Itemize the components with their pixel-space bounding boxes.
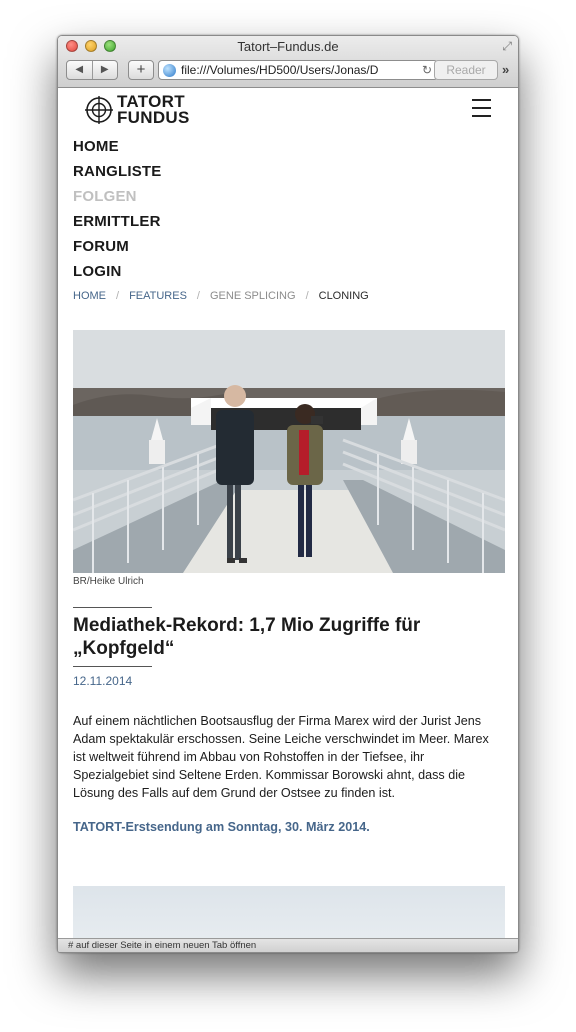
breadcrumb-separator: / (116, 290, 120, 302)
breadcrumb-gene-splicing[interactable]: GENE SPLICING (210, 290, 296, 302)
nav-item-ermittler[interactable]: ERMITTLER (73, 212, 161, 237)
breadcrumb-separator: / (305, 290, 309, 302)
premiere-link[interactable]: TATORT-Erstsendung am Sonntag, 30. März … (73, 820, 370, 834)
back-button[interactable]: ◀ (67, 61, 92, 79)
toolbar-overflow-icon[interactable]: » (502, 62, 509, 77)
breadcrumb: HOME / FEATURES / GENE SPLICING / CLONING (73, 290, 369, 302)
article-headline: Mediathek-Rekord: 1,7 Mio Zugriffe für „… (73, 615, 421, 659)
menu-icon[interactable] (472, 99, 491, 123)
url-text[interactable]: file:///Volumes/HD500/Users/Jonas/D (181, 63, 420, 77)
site-logo[interactable]: TATORT FUNDUS (85, 93, 190, 127)
browser-window: Tatort–Fundus.de ⤢ ◀ ▶ + file:///Volumes… (57, 35, 519, 953)
page-viewport: TATORT FUNDUS HOME RANGLISTE FOLGEN ERMI… (58, 88, 518, 938)
add-bookmark-button[interactable]: + (128, 60, 154, 80)
next-article-image (73, 886, 505, 938)
nav-item-home[interactable]: HOME (73, 137, 161, 162)
headline-rule-top (73, 607, 152, 608)
crosshair-icon (85, 96, 113, 124)
reload-icon[interactable]: ↻ (420, 63, 434, 77)
status-bar: # auf dieser Seite in einem neuen Tab öf… (58, 938, 518, 952)
nav-item-rangliste[interactable]: RANGLISTE (73, 162, 161, 187)
logo-wordmark: TATORT FUNDUS (117, 93, 190, 127)
fullscreen-icon[interactable]: ⤢ (502, 39, 512, 54)
nav-item-folgen[interactable]: FOLGEN (73, 187, 161, 212)
breadcrumb-home[interactable]: HOME (73, 290, 106, 302)
breadcrumb-current: CLONING (318, 290, 369, 302)
address-bar[interactable]: file:///Volumes/HD500/Users/Jonas/D ↻ (158, 60, 438, 80)
nav-item-forum[interactable]: FORUM (73, 237, 161, 262)
window-title: Tatort–Fundus.de (237, 39, 339, 54)
nav-item-login[interactable]: LOGIN (73, 262, 161, 287)
globe-icon (163, 63, 176, 77)
article-body: Auf einem nächtlichen Bootsausflug der F… (73, 714, 489, 800)
article-date: 12.11.2014 (73, 674, 133, 688)
breadcrumb-features[interactable]: FEATURES (129, 290, 187, 302)
history-buttons: ◀ ▶ (66, 60, 118, 80)
headline-rule-bottom (73, 666, 152, 667)
main-nav: HOME RANGLISTE FOLGEN ERMITTLER FORUM LO… (73, 137, 161, 287)
reader-button[interactable]: Reader (434, 60, 498, 80)
article-hero-image (73, 330, 505, 573)
browser-toolbar: Tatort–Fundus.de ⤢ ◀ ▶ + file:///Volumes… (58, 36, 518, 88)
image-caption: BR/Heike Ulrich (73, 576, 144, 587)
forward-button[interactable]: ▶ (91, 61, 118, 79)
breadcrumb-separator: / (196, 290, 200, 302)
logo-line-2: FUNDUS (117, 108, 190, 127)
